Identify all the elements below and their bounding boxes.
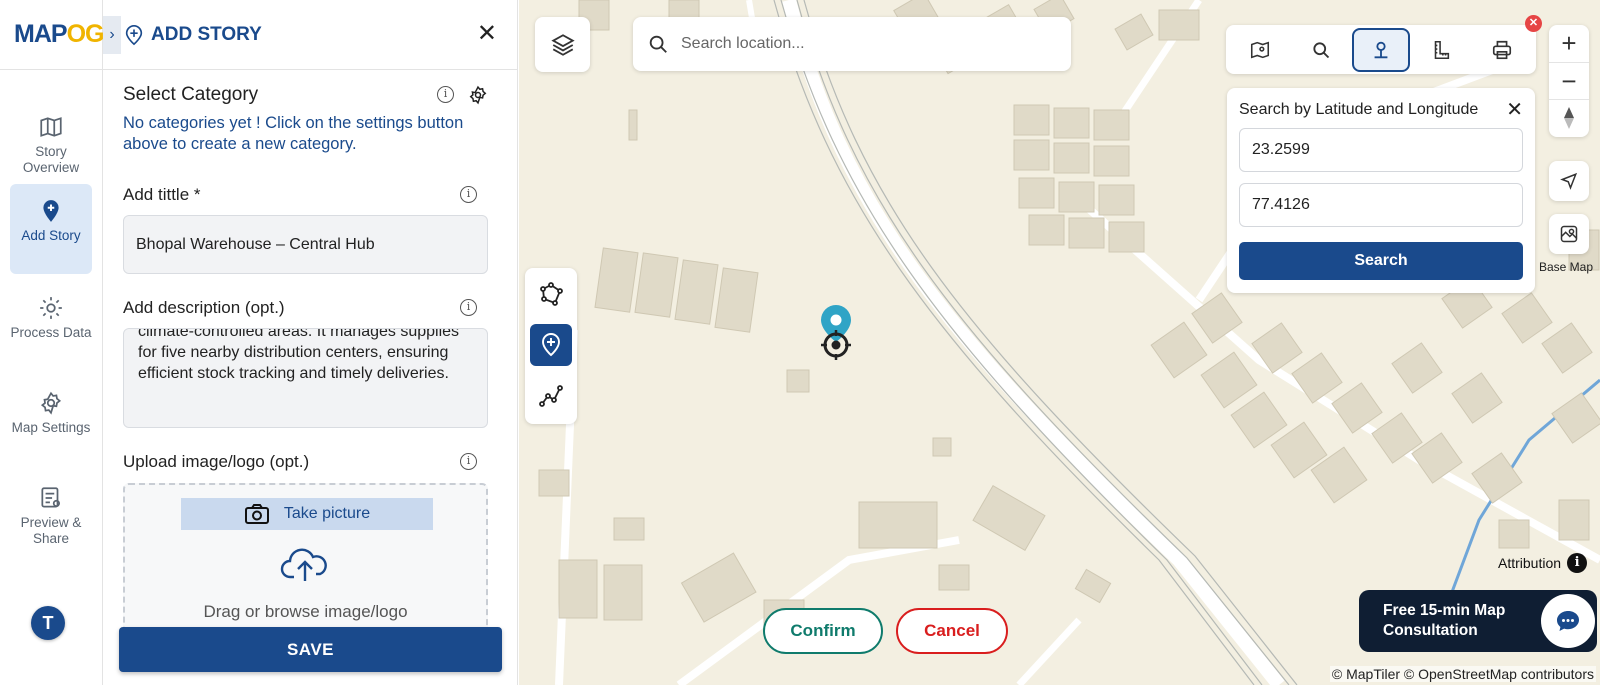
left-nav: MAPOG Story Overview Add Story Process D… (0, 0, 104, 685)
navigation-arrow-icon (1560, 172, 1578, 190)
collapse-panel-button[interactable]: › (103, 16, 121, 54)
pin-plus-icon (542, 333, 560, 357)
base-map-label: Base Map (1539, 260, 1594, 274)
print-icon (1492, 40, 1511, 59)
nav-divider (0, 69, 103, 70)
category-settings-icon[interactable] (468, 85, 488, 105)
panel-title: ADD STORY (151, 24, 262, 45)
toolbar-close-button[interactable]: ✕ (1525, 15, 1542, 32)
preview-icon (41, 487, 60, 508)
description-label: Add description (opt.) (123, 298, 285, 317)
search-icon (1312, 41, 1329, 58)
description-info-icon[interactable]: i (460, 299, 477, 316)
lat-lng-search-submit[interactable]: Search (1239, 242, 1523, 280)
upload-hint: Drag or browse image/logo (203, 602, 408, 621)
title-info-icon[interactable]: i (460, 186, 477, 203)
line-tool[interactable] (530, 375, 572, 417)
upload-label: Upload image/logo (opt.) (123, 452, 310, 471)
attribution-toggle[interactable]: Attribution i (1498, 553, 1588, 573)
zoom-out-button[interactable]: − (1549, 62, 1589, 99)
take-picture-button[interactable]: Take picture (181, 498, 433, 530)
info-icon: i (1567, 553, 1588, 573)
save-button[interactable]: SAVE (119, 627, 502, 672)
polygon-tool[interactable] (530, 273, 572, 315)
nav-item-story-overview[interactable]: Story Overview (10, 100, 92, 190)
zoom-controls: + − (1549, 25, 1589, 137)
description-text: climate-controlled areas. It manages sup… (138, 328, 460, 382)
upload-dropzone[interactable]: Take picture Drag or browse image/logo (123, 483, 488, 643)
lat-lng-search-panel: Search by Latitude and Longitude ✕ 23.25… (1227, 88, 1535, 293)
nav-item-map-settings[interactable]: Map Settings (10, 376, 92, 466)
close-icon: ✕ (1506, 99, 1523, 121)
chat-icon (1557, 611, 1579, 631)
title-input[interactable]: Bhopal Warehouse – Central Hub (123, 215, 488, 274)
draw-toolbar (525, 268, 577, 424)
nav-item-add-story[interactable]: Add Story (10, 184, 92, 274)
map-icon (40, 117, 62, 137)
add-story-panel: › ADD STORY ✕ Select Category i No categ… (103, 0, 518, 685)
title-label: Add tittle * (123, 185, 201, 204)
base-map-icon (1560, 225, 1578, 243)
map-canvas[interactable]: ✕ Search by Latitude and Longitude ✕ 23.… (519, 0, 1600, 685)
map-legend-icon (1251, 41, 1270, 58)
category-hint: No categories yet ! Click on the setting… (123, 114, 464, 153)
user-avatar[interactable]: T (31, 606, 65, 640)
settings-gear-icon (40, 391, 62, 415)
compass-icon (1564, 107, 1574, 129)
pin-plus-icon (43, 200, 59, 222)
location-search-bar (633, 17, 1071, 71)
zoom-in-button[interactable]: + (1549, 25, 1589, 62)
layers-icon (550, 33, 575, 56)
cancel-button[interactable]: Cancel (896, 608, 1008, 654)
consultation-banner[interactable]: Free 15-min Map Consultation (1359, 590, 1597, 652)
measure-button[interactable] (1412, 28, 1470, 72)
lat-lng-pin-icon (1374, 41, 1388, 58)
panel-header: ADD STORY (123, 18, 262, 52)
base-map-button[interactable] (1549, 214, 1589, 254)
lat-lng-search-button[interactable] (1351, 27, 1410, 72)
confirm-button[interactable]: Confirm (763, 608, 883, 654)
latitude-input[interactable]: 23.2599 (1239, 128, 1523, 172)
lat-lng-close-button[interactable]: ✕ (1506, 97, 1523, 122)
nav-item-process-data[interactable]: Process Data (10, 281, 92, 371)
nav-item-preview-share[interactable]: Preview & Share (10, 471, 92, 561)
pin-plus-icon (125, 25, 143, 46)
longitude-input[interactable]: 77.4126 (1239, 183, 1523, 227)
mapog-logo[interactable]: MAPOG (14, 20, 104, 49)
map-toolbar (1226, 25, 1536, 74)
panel-divider (103, 69, 518, 70)
add-point-tool[interactable] (530, 324, 572, 366)
search-location-input[interactable] (681, 35, 1041, 53)
cloud-upload-icon (280, 548, 327, 581)
map-copyright: © MapTiler © OpenStreetMap contributors (1329, 666, 1596, 682)
legend-button[interactable] (1231, 28, 1289, 72)
story-location-pin-icon[interactable] (816, 303, 856, 361)
my-location-button[interactable] (1549, 161, 1589, 201)
search-icon (649, 35, 667, 53)
layers-button[interactable] (535, 17, 590, 72)
measure-icon (1435, 40, 1450, 59)
category-info-icon[interactable]: i (437, 86, 454, 103)
close-icon: ✕ (476, 20, 497, 47)
search-tool-button[interactable] (1292, 28, 1350, 72)
polyline-icon (539, 385, 563, 407)
chat-button[interactable] (1541, 594, 1595, 648)
category-label: Select Category (123, 84, 259, 105)
description-textarea[interactable]: climate-controlled areas. It manages sup… (123, 328, 488, 428)
close-panel-button[interactable]: ✕ (477, 22, 497, 46)
camera-icon (244, 504, 269, 524)
compass-button[interactable] (1549, 99, 1589, 136)
process-gear-icon (40, 297, 62, 319)
upload-info-icon[interactable]: i (460, 453, 477, 470)
print-button[interactable] (1473, 28, 1531, 72)
lat-lng-title: Search by Latitude and Longitude (1239, 101, 1479, 118)
polygon-icon (540, 282, 563, 306)
